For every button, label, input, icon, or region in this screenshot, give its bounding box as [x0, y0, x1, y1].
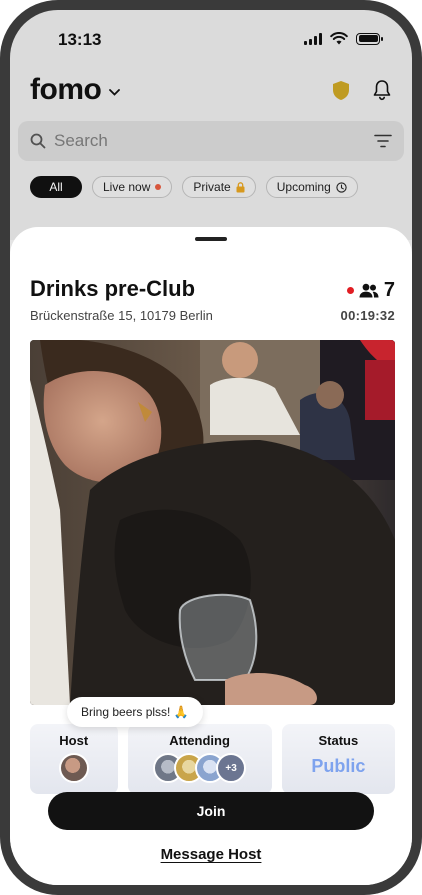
dim-overlay — [10, 10, 412, 240]
more-attendees-badge[interactable]: +3 — [216, 753, 247, 783]
host-card[interactable]: Host — [30, 724, 118, 794]
host-avatar[interactable] — [58, 753, 89, 783]
host-label: Host — [59, 733, 89, 748]
event-address: Brückenstraße 15, 10179 Berlin — [30, 308, 213, 323]
event-photo[interactable] — [30, 340, 395, 705]
people-icon — [359, 283, 379, 298]
join-button[interactable]: Join — [48, 792, 374, 830]
status-card: Status Public — [281, 724, 396, 794]
event-title: Drinks pre-Club — [30, 276, 196, 301]
phone-frame: 13:13 fomo Search All Live now Private U… — [0, 0, 422, 895]
screen: 13:13 fomo Search All Live now Private U… — [10, 10, 412, 885]
event-info-cards: Host Attending +3 Status Public — [30, 724, 396, 794]
attendee-count: 7 — [383, 279, 395, 301]
sheet-grabber[interactable] — [195, 237, 227, 241]
event-timer: 00:19:32 — [340, 308, 395, 323]
attending-card[interactable]: Attending +3 — [127, 724, 272, 794]
attending-avatars: +3 — [153, 753, 247, 783]
host-note-bubble: Bring beers plss! 🙏 — [67, 697, 203, 727]
attending-label: Attending — [169, 733, 230, 748]
status-label: Status — [318, 733, 359, 748]
event-photo-image — [30, 340, 395, 705]
live-attendee-info: 7 — [346, 279, 395, 302]
host-avatar-group — [58, 753, 89, 783]
event-sheet: Drinks pre-Club Brückenstraße 15, 10179 … — [10, 227, 412, 885]
message-host-row: Message Host — [10, 846, 412, 864]
message-host-link[interactable]: Message Host — [161, 846, 262, 863]
live-dot-icon — [346, 287, 354, 294]
status-value: Public — [311, 756, 366, 776]
